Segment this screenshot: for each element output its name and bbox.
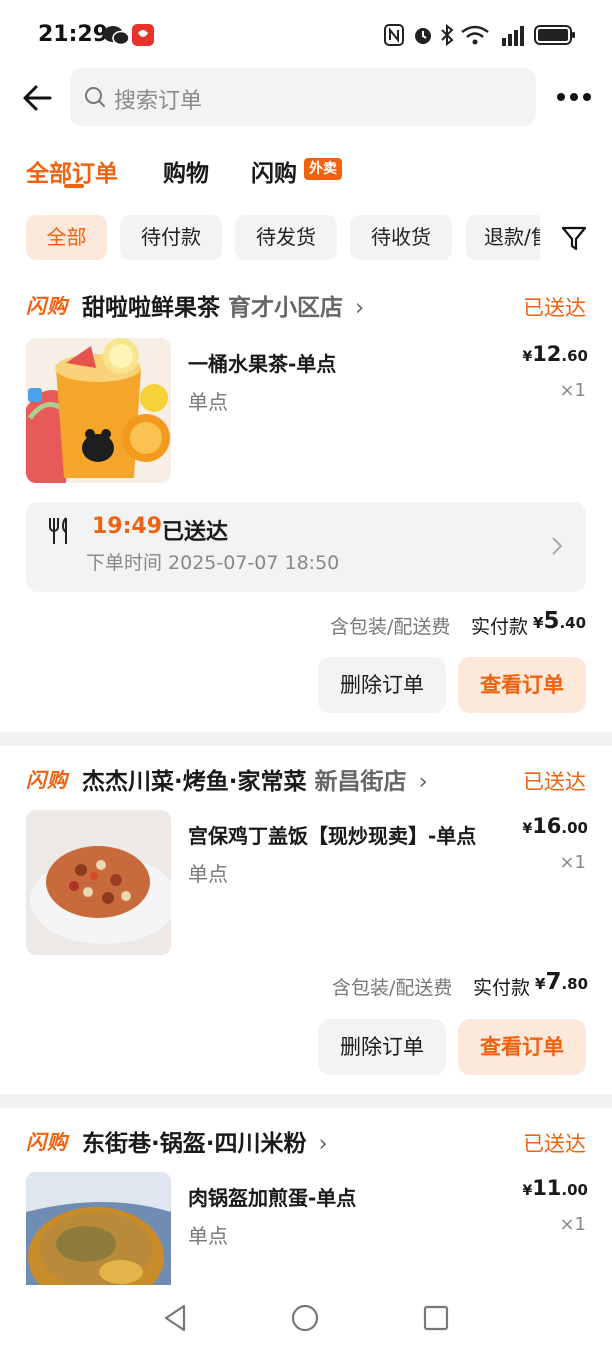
paid-label: 实付款 (471, 616, 529, 638)
search-input[interactable]: 搜索订单 (70, 68, 536, 126)
item-price: ¥12.60 (522, 342, 588, 366)
more-icon[interactable] (556, 92, 592, 102)
clock: 21:29 (38, 22, 109, 47)
nfc-icon (384, 24, 404, 46)
fee-note: 含包装/配送费 (330, 616, 451, 638)
order-card[interactable]: 闪购 杰杰川菜·烤鱼·家常菜 新昌街店 › 已送达 宫保鸡丁盖饭【现炒现卖】-单… (0, 746, 612, 1094)
order-status: 已送达 (523, 770, 586, 794)
signal-icon (502, 26, 524, 46)
wifi-icon (461, 25, 489, 45)
item-quantity: ×1 (559, 1214, 586, 1235)
shop-title: 东街巷·锅盔·四川米粉 (82, 1131, 307, 1157)
paid-amount: ¥5.40 (533, 608, 587, 634)
system-nav-bar (0, 1285, 612, 1350)
delete-order-button[interactable]: 删除订单 (318, 657, 446, 713)
guokui-image (26, 1172, 171, 1285)
app-notification-icon (132, 24, 154, 46)
flash-buy-logo: 闪购 (26, 768, 68, 792)
shop-name[interactable]: 东街巷·锅盔·四川米粉 › (82, 1124, 328, 1158)
kungpao-chicken-image (26, 810, 171, 955)
shop-title: 甜啦啦鲜果茶 (82, 295, 220, 321)
fruit-tea-image (26, 338, 171, 483)
tab-all-orders[interactable]: 全部订单 (26, 154, 118, 188)
order-card[interactable]: 闪购 甜啦啦鲜果茶 育才小区店 › 已送达 一桶水果茶-单点 单点 ¥12.60… (0, 272, 612, 732)
nav-recents-icon[interactable] (423, 1305, 449, 1331)
item-name: 宫保鸡丁盖饭【现炒现卖】-单点 (188, 824, 477, 848)
item-price: ¥11.00 (522, 1176, 588, 1200)
item-quantity: ×1 (559, 380, 586, 401)
item-name: 一桶水果茶-单点 (188, 352, 337, 376)
chip-pending-shipment[interactable]: 待发货 (235, 215, 337, 260)
filter-icon[interactable] (560, 224, 588, 252)
wechat-icon (103, 26, 130, 46)
nav-home-icon[interactable] (290, 1303, 320, 1333)
product-image[interactable] (26, 810, 171, 955)
delivery-time: 19:49 (92, 514, 163, 539)
tab-flash-buy[interactable]: 闪购 (251, 154, 297, 188)
nav-back-icon[interactable] (162, 1303, 190, 1333)
flash-buy-logo: 闪购 (26, 294, 68, 318)
item-quantity: ×1 (559, 852, 586, 873)
order-status: 已送达 (523, 296, 586, 320)
chip-all[interactable]: 全部 (26, 215, 107, 260)
fork-knife-icon (49, 517, 67, 544)
shop-name[interactable]: 甜啦啦鲜果茶 育才小区店 › (82, 288, 364, 322)
product-image[interactable] (26, 1172, 171, 1285)
orders-page: 21:29 搜索订单 全部订单 购物 闪购 外卖 全部 待付款 待发货 待收货 … (0, 0, 612, 1350)
item-spec: 单点 (188, 1224, 228, 1248)
shop-branch: 新昌街店 (314, 769, 407, 795)
bluetooth-icon (441, 24, 454, 46)
tab-shopping[interactable]: 购物 (163, 154, 209, 188)
chip-pending-receipt[interactable]: 待收货 (350, 215, 452, 260)
back-arrow-icon[interactable] (20, 81, 54, 115)
chevron-right-icon: › (318, 1131, 328, 1157)
chevron-right-icon: › (418, 769, 428, 795)
tab-active-indicator (64, 184, 84, 188)
status-filter-chips: 全部 待付款 待发货 待收货 退款/售 (0, 200, 612, 272)
chip-pending-payment[interactable]: 待付款 (120, 215, 222, 260)
delivery-status: 已送达 (162, 520, 229, 545)
item-spec: 单点 (188, 862, 228, 886)
order-time: 下单时间 2025-07-07 18:50 (86, 552, 340, 574)
item-name: 肉锅盔加煎蛋-单点 (188, 1186, 357, 1210)
chevron-right-icon (552, 537, 563, 555)
view-order-button[interactable]: 查看订单 (458, 1019, 586, 1075)
product-image[interactable] (26, 338, 171, 483)
shop-title: 杰杰川菜·烤鱼·家常菜 (82, 769, 307, 795)
alarm-icon (415, 28, 431, 44)
header: 搜索订单 (0, 66, 612, 140)
order-tabs: 全部订单 购物 闪购 外卖 (0, 140, 612, 200)
paid-label: 实付款 (473, 977, 531, 999)
item-price: ¥16.00 (522, 814, 588, 838)
delete-order-button[interactable]: 删除订单 (318, 1019, 446, 1075)
view-order-button[interactable]: 查看订单 (458, 657, 586, 713)
battery-icon (534, 25, 575, 45)
shop-branch: 育才小区店 (228, 295, 344, 321)
order-status: 已送达 (523, 1132, 586, 1156)
chevron-right-icon: › (355, 295, 365, 321)
search-icon (85, 87, 105, 107)
paid-amount: ¥7.80 (535, 969, 589, 995)
fee-note: 含包装/配送费 (332, 977, 453, 999)
delivery-info[interactable]: 19:49 已送达 下单时间 2025-07-07 18:50 (26, 502, 586, 592)
order-card[interactable]: 闪购 东街巷·锅盔·四川米粉 › 已送达 肉锅盔加煎蛋-单点 单点 ¥11.00… (0, 1108, 612, 1285)
shop-name[interactable]: 杰杰川菜·烤鱼·家常菜 新昌街店 › (82, 762, 428, 796)
status-bar: 21:29 (0, 0, 612, 66)
flash-buy-logo: 闪购 (26, 1130, 68, 1154)
takeout-badge: 外卖 (304, 158, 342, 180)
search-placeholder: 搜索订单 (114, 89, 203, 114)
item-spec: 单点 (188, 390, 228, 414)
